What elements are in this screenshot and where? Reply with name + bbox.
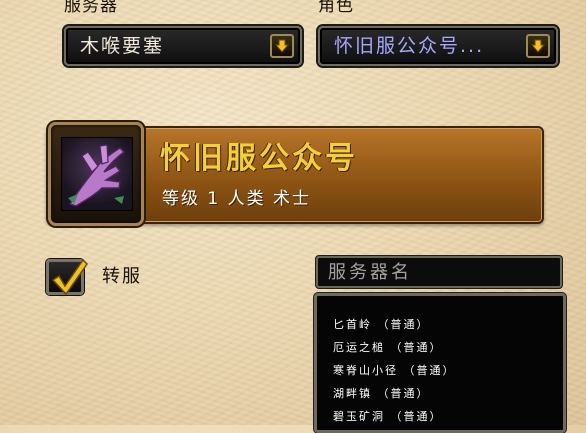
server-list[interactable]: 匕首岭 （普通） 厄运之槌 （普通） 寒脊山小径 （普通） 湖畔镇 （普通） 碧… bbox=[314, 293, 566, 433]
list-item[interactable]: 湖畔镇 （普通） bbox=[333, 387, 430, 401]
list-item[interactable]: 厄运之槌 （普通） bbox=[333, 341, 443, 355]
transfer-label: 转服 bbox=[102, 266, 142, 287]
chevron-down-icon bbox=[274, 39, 290, 53]
character-info: 等级 1 人类 术士 bbox=[162, 189, 312, 209]
list-item[interactable]: 碧玉矿洞 （普通） bbox=[333, 410, 443, 424]
server-name-input[interactable] bbox=[316, 256, 562, 288]
server-label: 服务器 bbox=[64, 0, 118, 16]
server-dropdown-arrow-button[interactable] bbox=[270, 34, 294, 58]
character-dropdown-value: 怀旧服公众号... bbox=[334, 35, 485, 57]
server-dropdown-value: 木喉要塞 bbox=[80, 35, 165, 57]
character-name: 怀旧服公众号 bbox=[160, 141, 358, 176]
checkmark-icon bbox=[51, 258, 88, 296]
server-dropdown[interactable]: 木喉要塞 bbox=[64, 26, 302, 66]
list-item[interactable]: 匕首岭 （普通） bbox=[333, 318, 430, 332]
character-dropdown[interactable]: 怀旧服公众号... bbox=[318, 26, 558, 66]
character-portrait-frame bbox=[48, 122, 144, 226]
chevron-down-icon bbox=[530, 39, 546, 53]
list-item[interactable]: 寒脊山小径 （普通） bbox=[333, 364, 456, 378]
character-label: 角色 bbox=[318, 0, 354, 16]
transfer-checkbox[interactable] bbox=[46, 258, 88, 296]
warlock-purple-hand-icon bbox=[61, 137, 133, 211]
character-dropdown-arrow-button[interactable] bbox=[526, 34, 550, 58]
